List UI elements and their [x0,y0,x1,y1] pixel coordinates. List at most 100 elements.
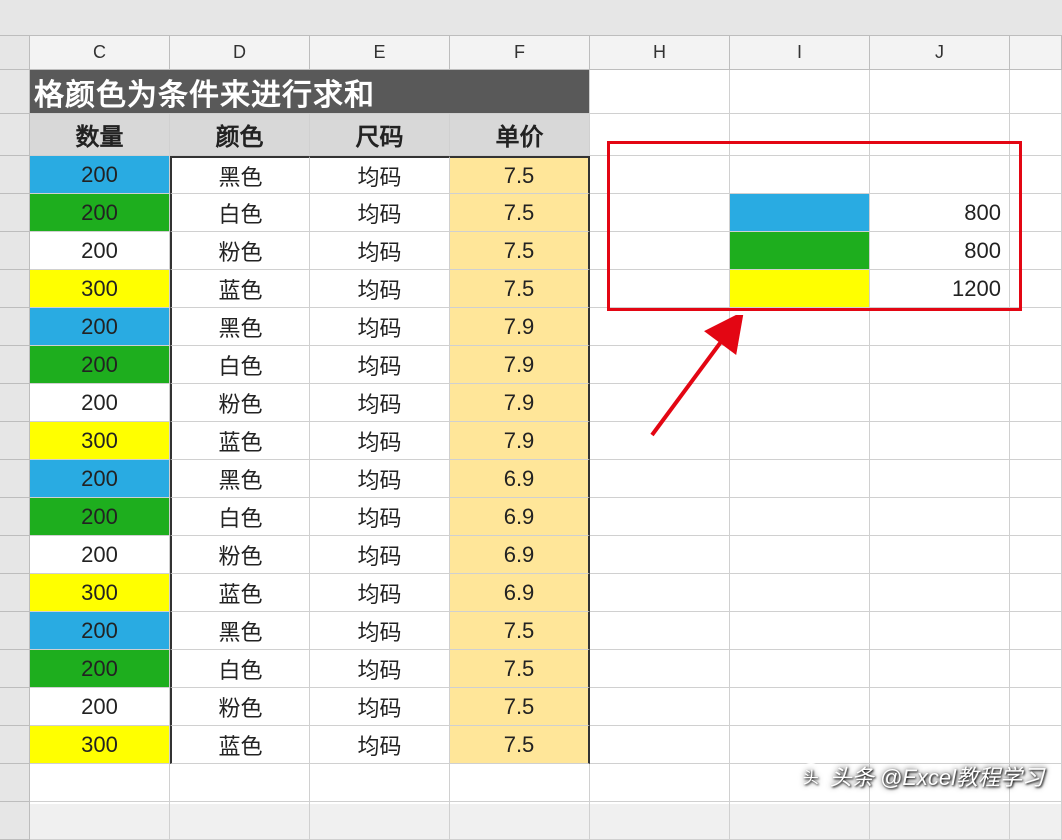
header-price[interactable]: 单价 [450,114,590,156]
cell-summary-color[interactable] [730,726,870,764]
empty-cell[interactable] [1010,726,1062,764]
empty-cell[interactable] [870,70,1010,114]
header-size[interactable]: 尺码 [310,114,450,156]
col-header-f[interactable]: F [450,36,590,70]
cell-color[interactable]: 白色 [170,346,310,384]
row-header[interactable] [0,422,30,460]
cell-price[interactable]: 6.9 [450,536,590,574]
corner-cell[interactable] [0,36,30,70]
empty-cell[interactable] [590,688,730,726]
row-header[interactable] [0,232,30,270]
empty-cell[interactable] [590,612,730,650]
cell-price[interactable]: 7.9 [450,308,590,346]
cell-price[interactable]: 7.5 [450,232,590,270]
cell-summary-color[interactable] [730,422,870,460]
empty-cell[interactable] [450,802,590,840]
empty-cell[interactable] [590,308,730,346]
cell-size[interactable]: 均码 [310,346,450,384]
empty-cell[interactable] [730,802,870,840]
cell-qty[interactable]: 300 [30,726,170,764]
cell-summary-value[interactable] [870,536,1010,574]
cell-summary-value[interactable] [870,574,1010,612]
cell-color[interactable]: 蓝色 [170,270,310,308]
cell-price[interactable]: 6.9 [450,460,590,498]
cell-summary-color[interactable] [730,308,870,346]
cell-color[interactable]: 黑色 [170,156,310,194]
row-header[interactable] [0,346,30,384]
row-header[interactable] [0,270,30,308]
cell-price[interactable]: 7.5 [450,726,590,764]
row-header[interactable] [0,650,30,688]
cell-price[interactable]: 7.9 [450,346,590,384]
cell-color[interactable]: 粉色 [170,536,310,574]
cell-qty[interactable]: 200 [30,384,170,422]
cell-summary-color[interactable] [730,650,870,688]
cell-size[interactable]: 均码 [310,308,450,346]
cell-qty[interactable]: 200 [30,612,170,650]
row-header[interactable] [0,726,30,764]
empty-cell[interactable] [590,156,730,194]
cell-summary-value[interactable] [870,346,1010,384]
empty-cell[interactable] [590,802,730,840]
cell-summary-color[interactable] [730,232,870,270]
empty-cell[interactable] [1010,114,1062,156]
empty-cell[interactable] [30,764,170,802]
cell-price[interactable]: 7.5 [450,156,590,194]
header-qty[interactable]: 数量 [30,114,170,156]
cell-summary-color[interactable] [730,460,870,498]
cell-color[interactable]: 粉色 [170,384,310,422]
empty-cell[interactable] [310,802,450,840]
empty-cell[interactable] [1010,232,1062,270]
cell-size[interactable]: 均码 [310,156,450,194]
empty-cell[interactable] [590,726,730,764]
cell-summary-value[interactable] [870,156,1010,194]
cell-size[interactable]: 均码 [310,574,450,612]
cell-qty[interactable]: 200 [30,650,170,688]
cell-summary-value[interactable] [870,422,1010,460]
cell-color[interactable]: 粉色 [170,688,310,726]
row-header[interactable] [0,194,30,232]
cell-color[interactable]: 白色 [170,194,310,232]
cell-summary-color[interactable] [730,688,870,726]
row-header[interactable] [0,802,30,840]
empty-cell[interactable] [590,70,730,114]
cell-summary-value[interactable] [870,498,1010,536]
empty-cell[interactable] [590,422,730,460]
empty-cell[interactable] [590,114,730,156]
cell-color[interactable]: 白色 [170,498,310,536]
cell-qty[interactable]: 300 [30,422,170,460]
empty-cell[interactable] [870,802,1010,840]
empty-cell[interactable] [590,498,730,536]
col-header-h[interactable]: H [590,36,730,70]
empty-cell[interactable] [30,802,170,840]
cell-summary-color[interactable] [730,498,870,536]
cell-summary-value[interactable] [870,612,1010,650]
row-header[interactable] [0,574,30,612]
cell-summary-value[interactable] [870,308,1010,346]
cell-price[interactable]: 6.9 [450,498,590,536]
cell-summary-color[interactable] [730,536,870,574]
cell-size[interactable]: 均码 [310,232,450,270]
row-header[interactable] [0,70,30,114]
cell-size[interactable]: 均码 [310,194,450,232]
empty-cell[interactable] [170,802,310,840]
row-header[interactable] [0,460,30,498]
cell-summary-color[interactable] [730,194,870,232]
empty-cell[interactable] [1010,498,1062,536]
empty-cell[interactable] [590,346,730,384]
col-header-c[interactable]: C [30,36,170,70]
cell-qty[interactable]: 200 [30,688,170,726]
empty-cell[interactable] [1010,536,1062,574]
empty-cell[interactable] [1010,270,1062,308]
empty-cell[interactable] [450,764,590,802]
cell-color[interactable]: 白色 [170,650,310,688]
cell-color[interactable]: 黑色 [170,308,310,346]
cell-summary-value[interactable]: 800 [870,194,1010,232]
row-header[interactable] [0,156,30,194]
cell-summary-color[interactable] [730,346,870,384]
cell-qty[interactable]: 200 [30,156,170,194]
row-header[interactable] [0,384,30,422]
cell-size[interactable]: 均码 [310,726,450,764]
cell-summary-color[interactable] [730,574,870,612]
cell-color[interactable]: 蓝色 [170,422,310,460]
